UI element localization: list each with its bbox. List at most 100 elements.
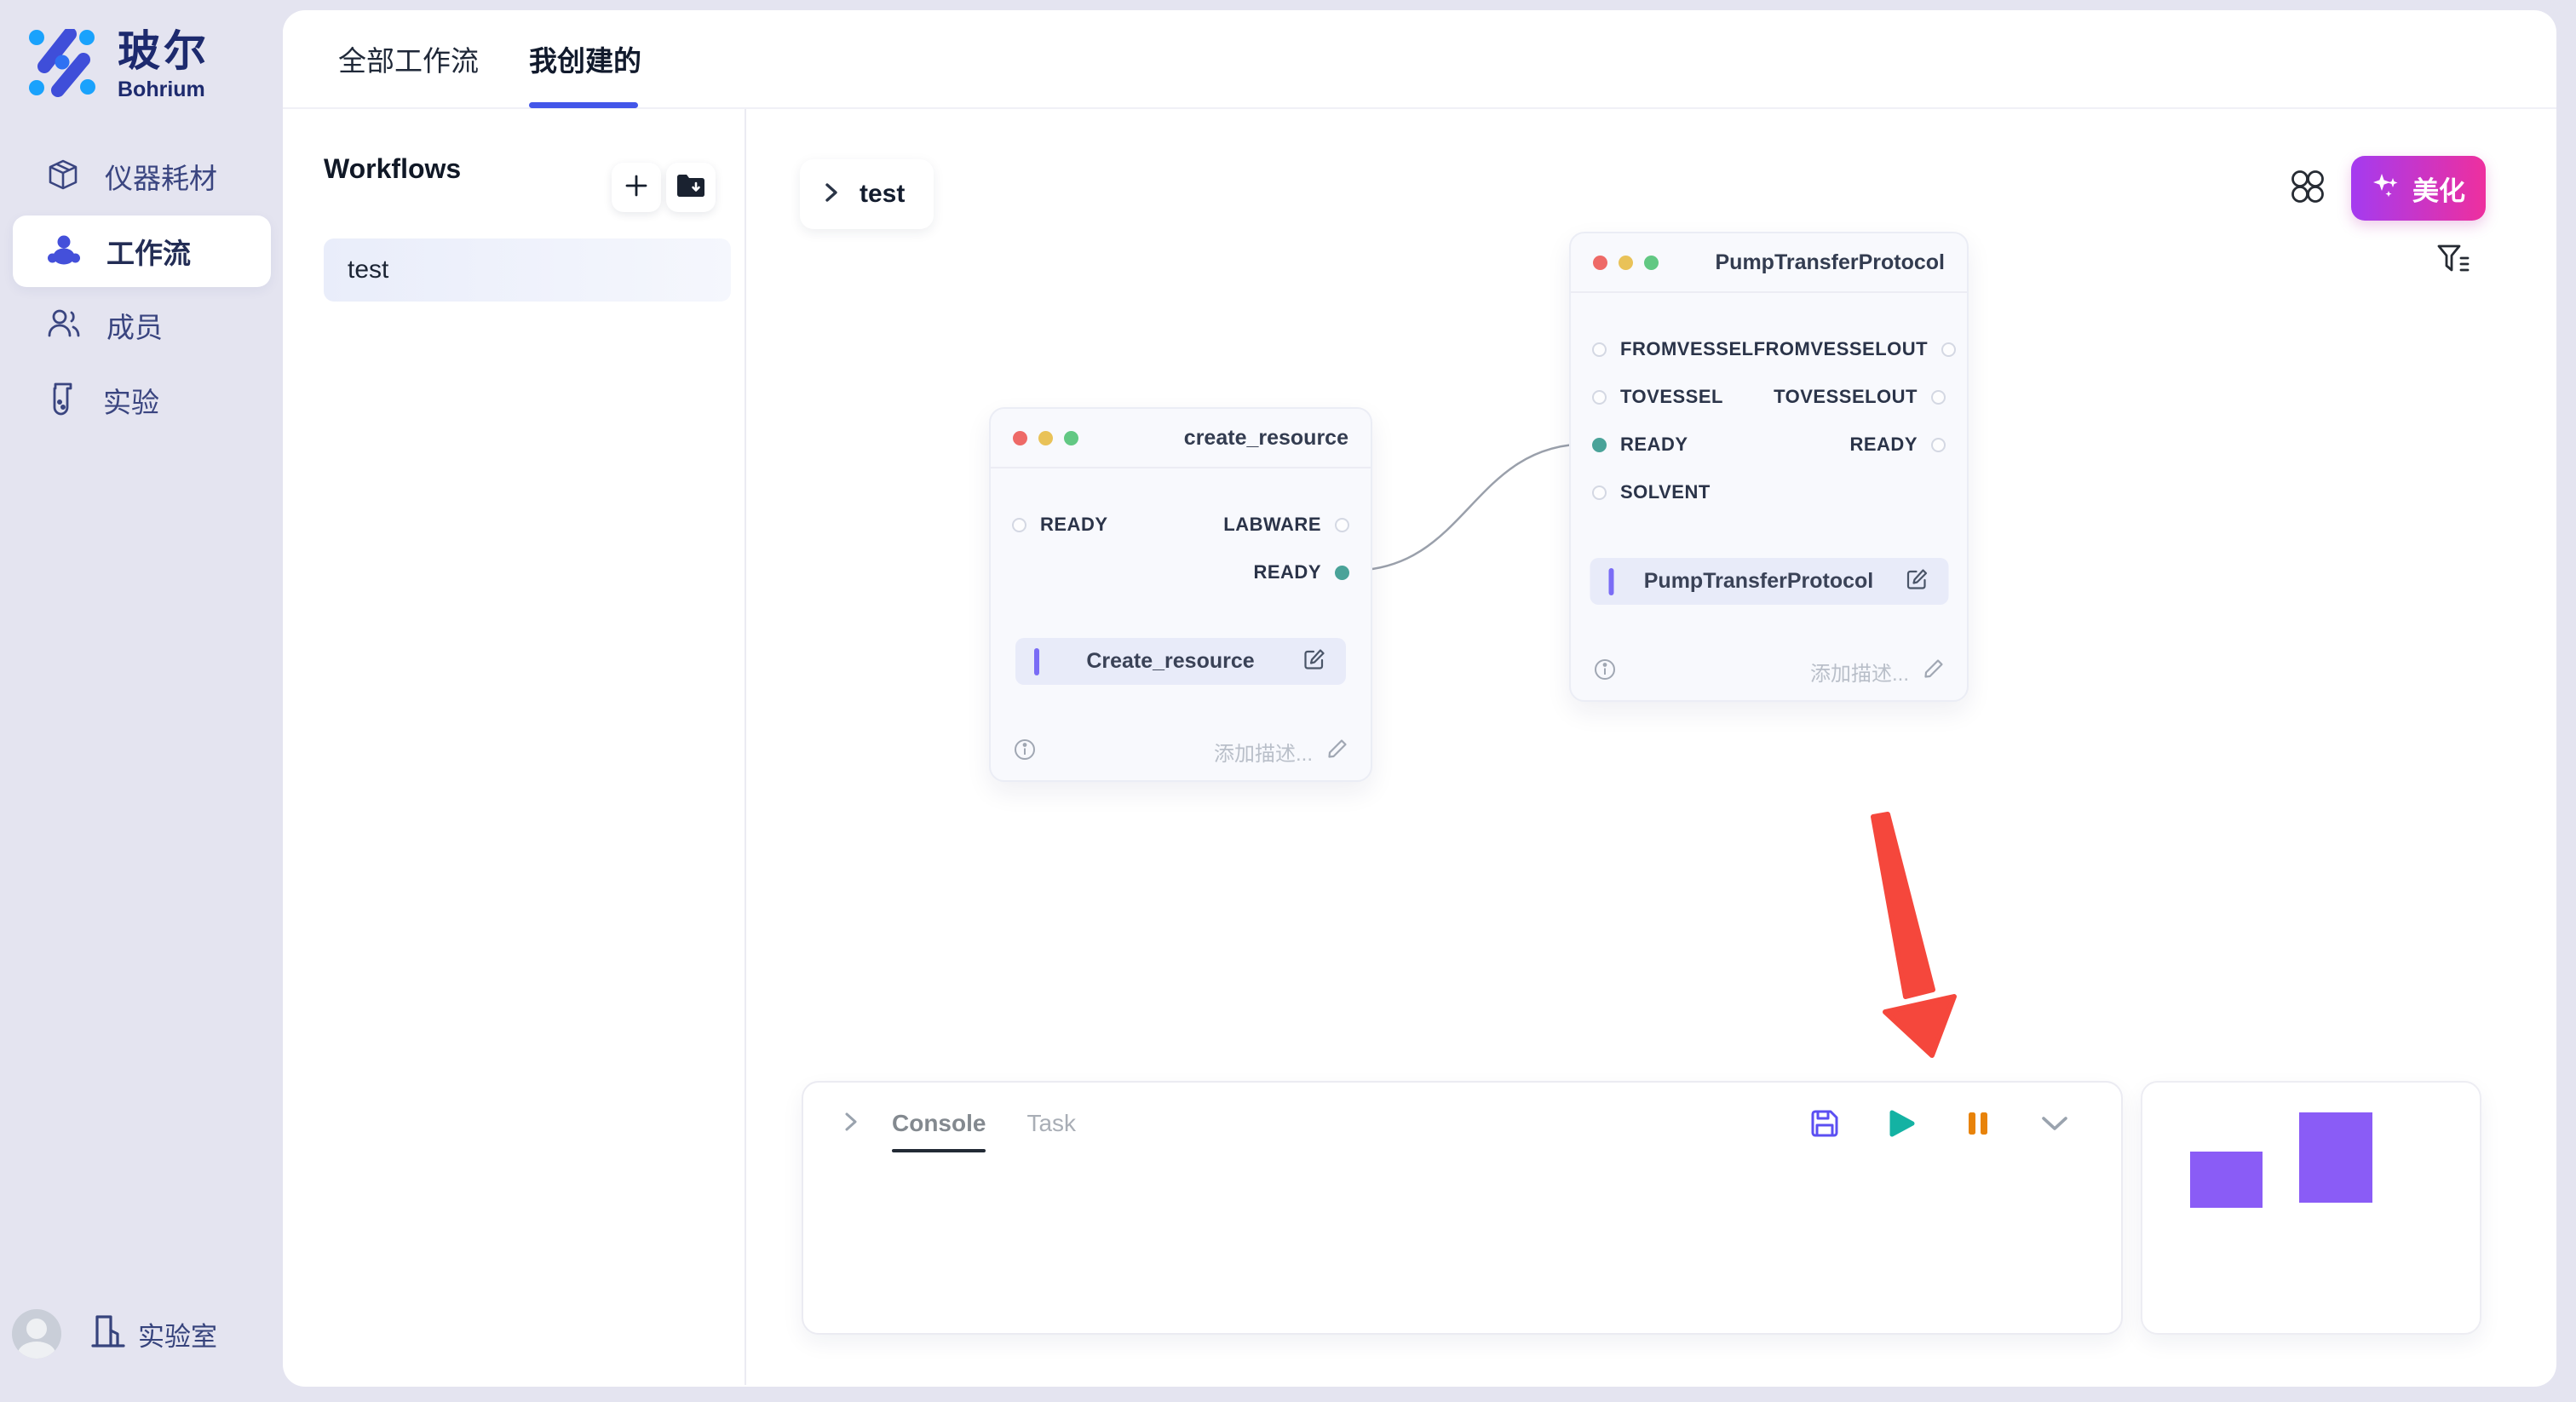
input-port-ready[interactable] [1592,438,1607,452]
red-dot-icon[interactable] [1593,256,1607,270]
port-label: FROMVESSEL [1620,338,1754,360]
description-placeholder: 添加描述... [1214,737,1313,767]
output-port-labware[interactable] [1335,518,1349,532]
green-dot-icon[interactable] [1644,256,1659,270]
workflow-list-item-test[interactable]: test [324,238,731,302]
node-action-pill[interactable]: Create_resource [1015,638,1346,685]
port-label: READY [1040,514,1108,536]
info-icon[interactable] [1013,738,1037,766]
sidebar-item-workflows[interactable]: 工作流 [13,215,271,287]
user-avatar[interactable] [12,1309,61,1359]
sidebar-item-consumables[interactable]: 仪器耗材 [13,141,271,212]
port-row: SOLVENT [1571,468,1967,516]
chevron-right-icon [822,180,841,210]
collapse-panel-chevron[interactable] [2036,1105,2073,1142]
node-footer: 添加描述... [991,737,1371,767]
members-icon [47,307,81,344]
node-action-pill[interactable]: PumpTransferProtocol [1590,558,1948,605]
input-port-ready[interactable] [1012,518,1026,532]
output-port-fromvesselout[interactable] [1941,342,1956,357]
output-port-ready[interactable] [1931,438,1946,452]
port-row: READY READY [1571,421,1967,468]
tab-created-by-me[interactable]: 我创建的 [529,10,641,107]
minimap-node-pump-transfer [2299,1112,2372,1203]
sidebar: 玻尔 Bohrium 仪器耗材 工作流 [0,0,283,1402]
node-title: create_resource [1184,426,1348,451]
pencil-icon [1326,738,1348,766]
edit-icon[interactable] [1302,646,1327,676]
building-icon [90,1312,126,1356]
port-label: FROMVESSELOUT [1754,338,1929,360]
port-label: LABWARE [1223,514,1321,536]
pill-label: PumpTransferProtocol [1613,569,1904,594]
folder-download-icon [676,173,706,203]
console-collapse-chevron[interactable] [841,1108,861,1140]
panel-divider [745,109,746,1385]
port-row: TOVESSEL TOVESSELOUT [1571,373,1967,421]
minimap[interactable] [2141,1081,2481,1335]
filter-button[interactable] [2433,241,2474,282]
node-header: create_resource [991,409,1371,468]
green-dot-icon[interactable] [1064,431,1078,445]
sidebar-item-experiments[interactable]: 实验 [13,365,271,436]
output-port-ready[interactable] [1335,566,1349,580]
node-pump-transfer-protocol[interactable]: PumpTransferProtocol FROMVESSEL FROMVESS… [1569,232,1969,702]
bohrium-logo-icon [27,29,97,101]
yellow-dot-icon[interactable] [1619,256,1633,270]
input-port-fromvessel[interactable] [1592,342,1607,357]
save-button[interactable] [1806,1105,1843,1142]
port-row: READY LABWARE [991,501,1371,549]
port-label: TOVESSEL [1620,386,1723,408]
beautify-button[interactable]: 美化 [2351,156,2486,221]
brand-logo: 玻尔 Bohrium [27,29,210,102]
node-footer: 添加描述... [1571,657,1967,687]
edit-icon[interactable] [1904,566,1929,596]
output-port-tovesselout[interactable] [1931,390,1946,405]
sidebar-item-members[interactable]: 成员 [13,290,271,361]
port-row: FROMVESSEL FROMVESSELOUT [1571,325,1967,373]
workflow-tabbar: 全部工作流 我创建的 [283,10,2556,109]
run-button[interactable] [1883,1105,1920,1142]
import-workflow-button[interactable] [666,163,716,212]
port-label: TOVESSELOUT [1774,386,1918,408]
tab-task[interactable]: Task [1026,1110,1076,1137]
brand-name-zh: 玻尔 [118,29,210,74]
sidebar-item-label: 工作流 [106,231,191,272]
workspace-switcher[interactable]: 实验室 [90,1312,217,1356]
input-port-tovessel[interactable] [1592,390,1607,405]
port-label: READY [1620,434,1688,456]
experiment-icon [47,382,78,420]
traffic-dots [1593,256,1659,270]
tab-console[interactable]: Console [892,1110,986,1137]
pause-button[interactable] [1959,1105,1997,1142]
pencil-icon [1923,658,1945,686]
sidebar-item-label: 实验 [103,380,159,421]
port-label: READY [1253,561,1321,583]
yellow-dot-icon[interactable] [1038,431,1053,445]
minimap-node-create-resource [2190,1152,2263,1208]
layout-clover-button[interactable] [2286,167,2329,210]
port-label: READY [1849,434,1918,456]
input-port-solvent[interactable] [1592,486,1607,500]
red-dot-icon[interactable] [1013,431,1027,445]
workflows-panel-title: Workflows [324,153,461,185]
sidebar-item-label: 成员 [106,305,163,346]
workflow-users-icon [47,233,81,270]
main-content: 全部工作流 我创建的 Workflows test test [283,10,2556,1387]
node-create-resource[interactable]: create_resource READY LABWARE READY [989,407,1372,782]
description-placeholder-wrap[interactable]: 添加描述... [1810,657,1945,687]
port-row: READY [991,549,1371,596]
node-header: PumpTransferProtocol [1571,233,1967,293]
traffic-dots [1013,431,1078,445]
breadcrumb-label: test [860,180,905,209]
active-tab-underline [529,102,638,108]
brand-name-en: Bohrium [118,78,210,102]
add-workflow-button[interactable] [612,163,661,212]
breadcrumb[interactable]: test [800,159,934,229]
tab-all-workflows[interactable]: 全部工作流 [338,10,479,107]
beautify-label: 美化 [2412,170,2465,208]
info-icon[interactable] [1593,658,1617,686]
filter-funnel-icon [2435,243,2471,281]
description-placeholder-wrap[interactable]: 添加描述... [1214,737,1348,767]
package-icon [47,158,79,195]
